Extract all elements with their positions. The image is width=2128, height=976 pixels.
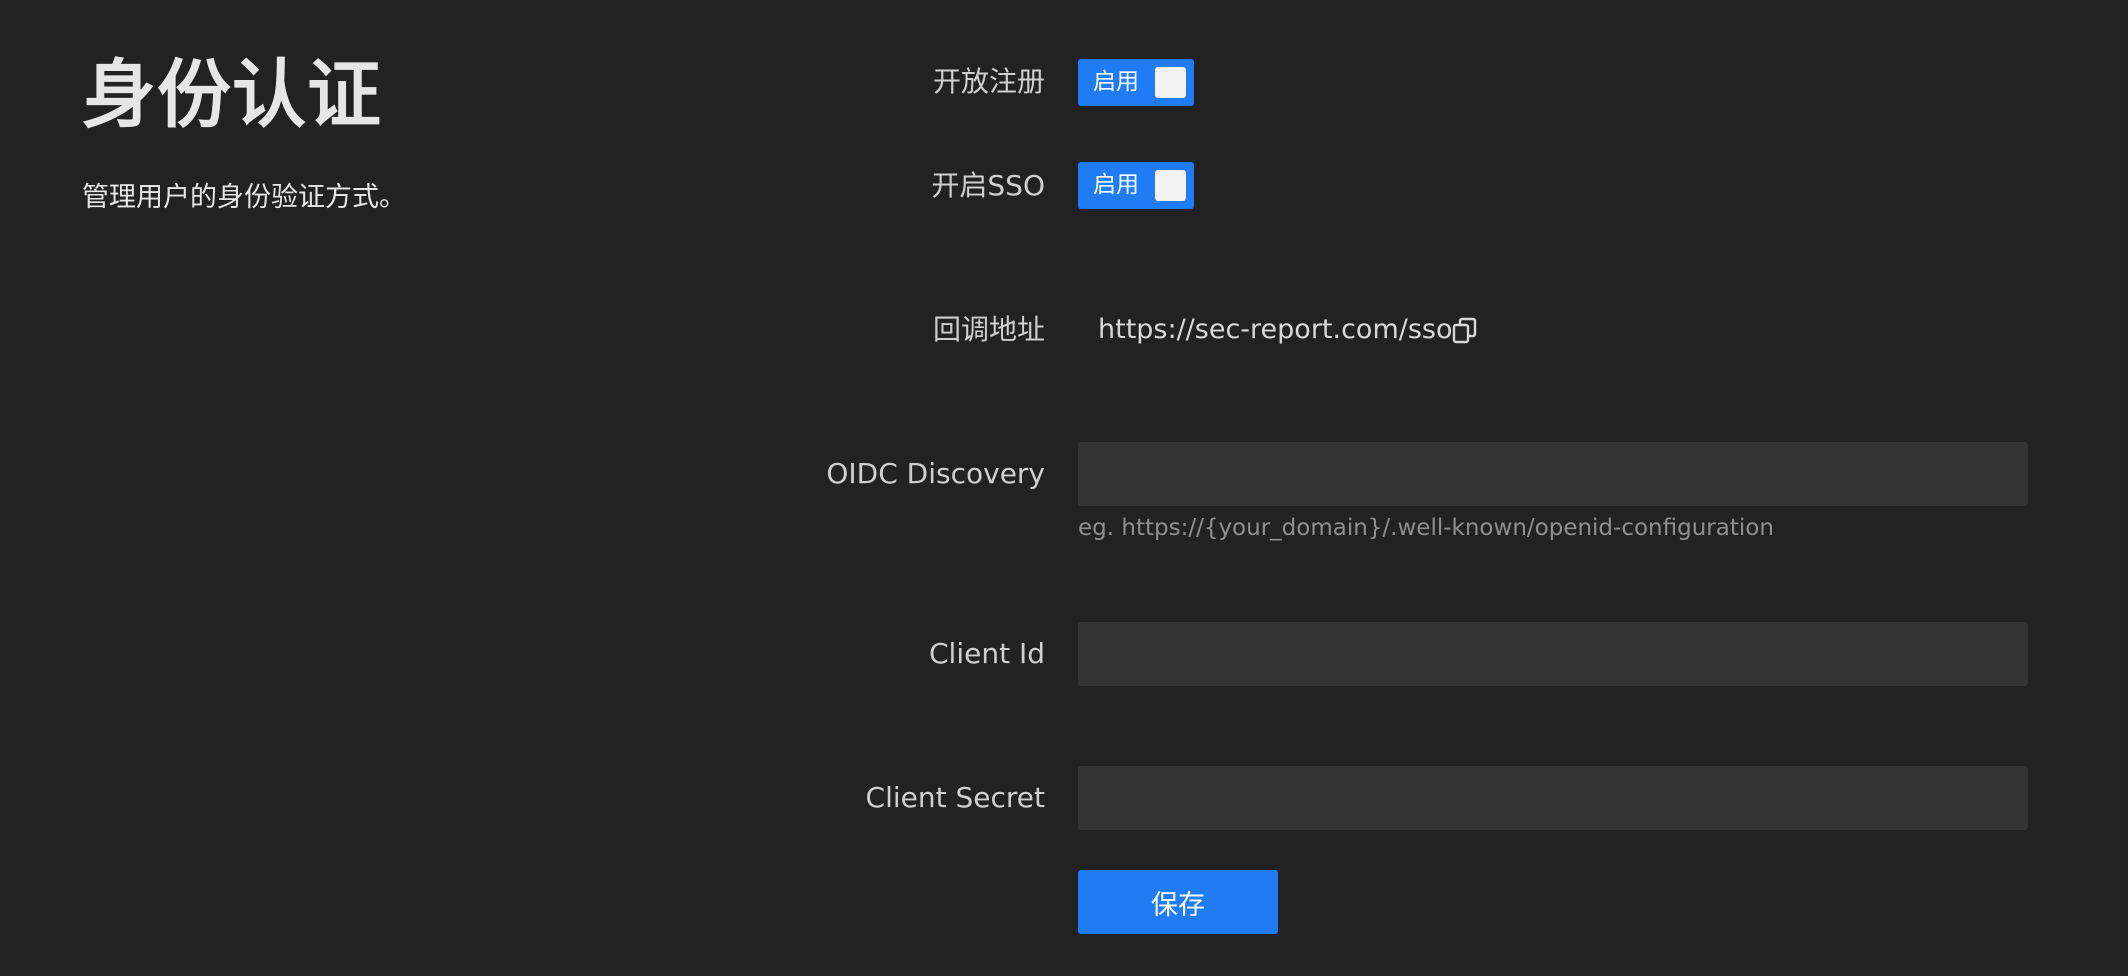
callback-url-label: 回调地址 [932,313,1045,346]
page-title: 身份认证 [82,52,382,138]
save-button[interactable]: 保存 [1078,870,1278,934]
switch-knob [1155,170,1186,201]
open-registration-switch[interactable]: 启用 [1078,59,1194,106]
client-secret-label: Client Secret [865,781,1045,814]
switch-text: 启用 [1093,172,1139,198]
enable-sso-switch[interactable]: 启用 [1078,162,1194,209]
auth-settings-page: 身份认证 管理用户的身份验证方式。 开放注册 启用 开启SSO 启用 回调地址 … [0,0,2128,976]
client-secret-input[interactable] [1078,766,2028,830]
callback-url-value: https://sec-report.com/sso [1098,314,1453,345]
switch-knob [1155,67,1186,98]
client-id-input[interactable] [1078,622,2028,686]
enable-sso-label: 开启SSO [931,169,1045,202]
client-id-label: Client Id [929,637,1045,670]
oidc-discovery-help: eg. https://{your_domain}/.well-known/op… [1078,515,1774,541]
copy-icon[interactable] [1452,317,1478,345]
open-registration-label: 开放注册 [932,65,1045,98]
page-description: 管理用户的身份验证方式。 [82,182,406,213]
oidc-discovery-input[interactable] [1078,442,2028,506]
oidc-discovery-label: OIDC Discovery [826,457,1045,490]
switch-text: 启用 [1093,69,1139,95]
